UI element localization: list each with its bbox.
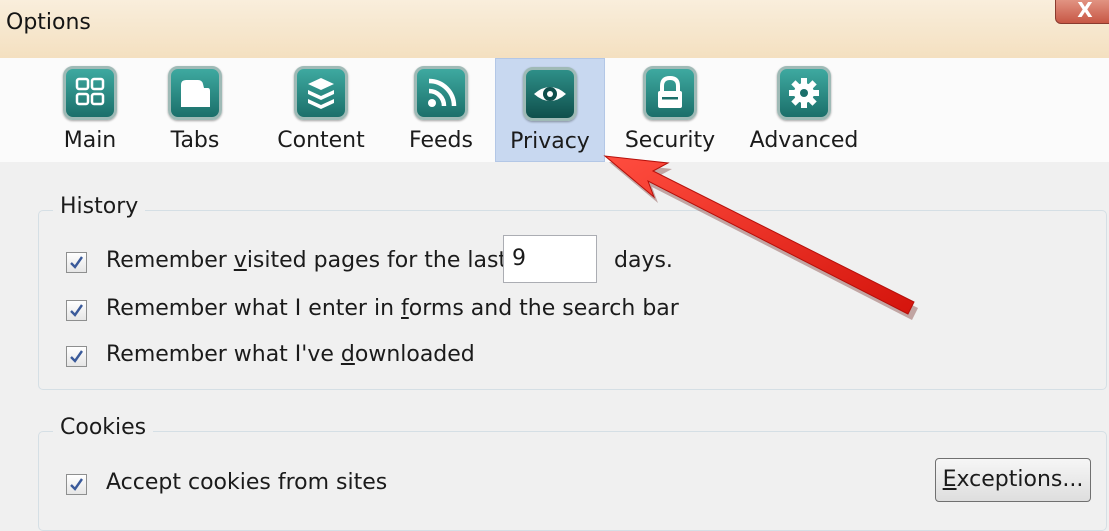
arrow-shape (603, 155, 918, 320)
annotation-arrow (603, 155, 918, 320)
